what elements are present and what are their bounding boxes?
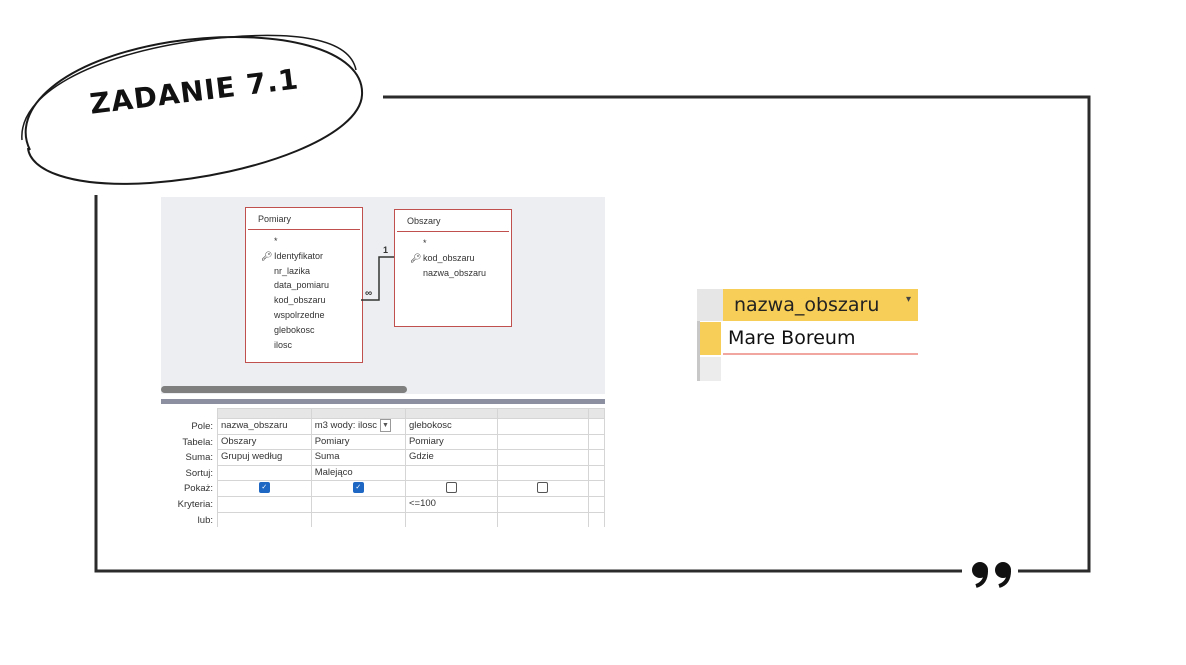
grid-row-labels: Pole: Tabela: Suma: Sortuj: Pokaż: Kryte… xyxy=(161,419,216,527)
cell-tabela[interactable]: Pomiary xyxy=(404,433,499,451)
query-designer: Pomiary * 🔑︎ Identyfikator nr_lazika data… xyxy=(161,197,605,527)
show-checkbox[interactable] xyxy=(446,482,458,494)
pane-splitter[interactable] xyxy=(161,399,605,404)
show-checkbox[interactable]: ✓ xyxy=(258,482,270,494)
one-label: 1 xyxy=(383,245,388,255)
field-item[interactable]: nazwa_obszaru xyxy=(423,266,511,281)
relationship-line: 1 ∞ xyxy=(361,245,394,301)
cell-kryteria[interactable] xyxy=(587,495,605,513)
key-icon: 🔑︎ xyxy=(410,252,422,263)
column-header[interactable]: nazwa_obszaru ▾ xyxy=(723,289,918,321)
chevron-down-icon[interactable]: ▾ xyxy=(906,284,911,316)
field-item[interactable]: glebokosc xyxy=(274,323,362,338)
cell-pokaz[interactable]: ✓ xyxy=(217,480,312,497)
row-selector[interactable] xyxy=(700,322,721,355)
horizontal-scrollbar[interactable] xyxy=(161,386,407,393)
cell-pole[interactable]: glebokosc xyxy=(404,418,499,435)
cell-pole[interactable]: m3 wody: ilosc ▼ xyxy=(310,418,406,435)
field-item[interactable]: * xyxy=(423,236,511,251)
row-label-tabela: Tabela: xyxy=(182,436,213,448)
cell-sortuj[interactable]: Malejąco xyxy=(310,464,406,482)
field-item[interactable]: wspolrzedne xyxy=(274,308,362,323)
new-row-selector[interactable] xyxy=(700,357,721,381)
field-item[interactable]: * xyxy=(274,234,362,249)
cell-pole[interactable] xyxy=(587,418,605,435)
relationship-pane: Pomiary * 🔑︎ Identyfikator nr_lazika data… xyxy=(161,197,605,394)
cell-pokaz[interactable]: ✓ xyxy=(310,480,406,497)
field-item[interactable]: 🔑︎ Identyfikator xyxy=(261,249,362,264)
column-selector[interactable] xyxy=(587,408,605,419)
cell-sortuj[interactable] xyxy=(497,464,589,482)
cell-sortuj[interactable] xyxy=(217,464,312,482)
cell-pokaz[interactable] xyxy=(404,480,499,497)
table-obszary[interactable]: Obszary * 🔑︎ kod_obszaru nazwa_obszaru xyxy=(394,209,512,327)
column-selector[interactable] xyxy=(310,408,406,419)
cell-suma[interactable]: Gdzie xyxy=(404,449,499,466)
field-item[interactable]: 🔑︎ kod_obszaru xyxy=(410,251,511,266)
cell-pole[interactable]: nazwa_obszaru xyxy=(217,418,312,435)
field-item[interactable]: kod_obszaru xyxy=(274,293,362,308)
many-label: ∞ xyxy=(365,288,372,299)
cell-lub[interactable] xyxy=(310,511,406,527)
cell-suma[interactable]: Grupuj według xyxy=(217,449,312,466)
table-title: Pomiary xyxy=(248,208,360,230)
cell-suma[interactable]: Suma xyxy=(310,449,406,466)
show-checkbox[interactable]: ✓ xyxy=(352,482,364,494)
result-cell[interactable]: Mare Boreum xyxy=(723,322,918,355)
cell-pole[interactable] xyxy=(497,418,589,435)
cell-suma[interactable] xyxy=(497,449,589,466)
cell-tabela[interactable]: Pomiary xyxy=(310,433,406,451)
cell-kryteria[interactable] xyxy=(497,495,589,513)
table-title: Obszary xyxy=(397,210,509,232)
row-label-kryteria: Kryteria: xyxy=(177,498,213,510)
select-all-corner[interactable] xyxy=(697,289,723,321)
cell-kryteria[interactable] xyxy=(217,495,312,513)
cell-tabela[interactable]: Obszary xyxy=(217,433,312,451)
cell-lub[interactable] xyxy=(497,511,589,527)
key-icon: 🔑︎ xyxy=(261,250,273,261)
field-item[interactable]: data_pomiaru xyxy=(274,278,362,293)
cell-suma[interactable] xyxy=(587,449,605,466)
cell-pokaz[interactable] xyxy=(587,480,605,497)
cell-sortuj[interactable] xyxy=(587,464,605,482)
row-label-pokaz: Pokaż: xyxy=(183,483,213,495)
cell-lub[interactable] xyxy=(587,511,605,527)
chevron-down-icon[interactable]: ▼ xyxy=(380,419,391,432)
column-selector[interactable] xyxy=(497,408,589,419)
cell-tabela[interactable] xyxy=(587,433,605,451)
cell-lub[interactable] xyxy=(404,511,499,527)
column-selector[interactable] xyxy=(217,408,312,419)
cell-pokaz[interactable] xyxy=(497,480,589,497)
cell-tabela[interactable] xyxy=(497,433,589,451)
query-result-datasheet: nazwa_obszaru ▾ Mare Boreum xyxy=(697,289,918,381)
cell-sortuj[interactable] xyxy=(404,464,499,482)
query-grid: nazwa_obszaru m3 wody: ilosc ▼ glebokosc … xyxy=(217,408,605,527)
quote-icon xyxy=(972,562,1011,588)
row-label-lub: lub: xyxy=(197,514,213,526)
column-selector[interactable] xyxy=(404,408,499,419)
field-item[interactable]: nr_lazika xyxy=(274,264,362,279)
field-item[interactable]: ilosc xyxy=(274,338,362,353)
table-pomiary[interactable]: Pomiary * 🔑︎ Identyfikator nr_lazika data… xyxy=(245,207,363,363)
row-label-sortuj: Sortuj: xyxy=(185,467,213,479)
row-label-pole: Pole: xyxy=(191,421,213,432)
row-label-suma: Suma: xyxy=(185,452,213,464)
cell-kryteria[interactable] xyxy=(310,495,406,513)
column-header-label: nazwa_obszaru xyxy=(734,294,880,316)
show-checkbox[interactable] xyxy=(537,482,549,494)
cell-kryteria[interactable]: <=100 xyxy=(404,495,499,513)
cell-lub[interactable] xyxy=(217,511,312,527)
